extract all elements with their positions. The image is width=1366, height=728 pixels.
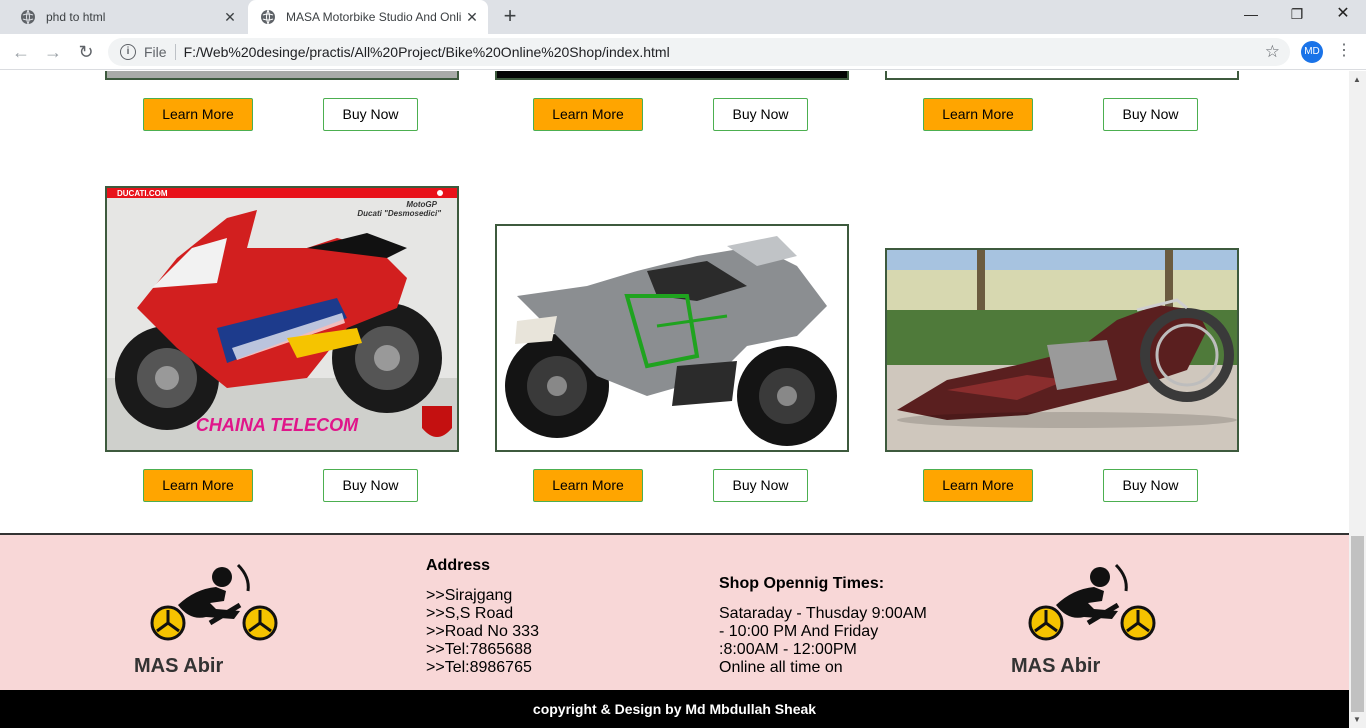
hours-line: Sataraday - Thusday 9:00AM <box>719 605 927 622</box>
copyright-bar: copyright & Design by Md Mbdullah Sheak <box>0 690 1349 728</box>
product-image-ducati[interactable]: DUCATI.COM MotoGP Ducati "Desmosedici" C… <box>105 186 459 452</box>
product-image-partial <box>885 71 1239 80</box>
buy-now-button[interactable]: Buy Now <box>713 98 808 131</box>
url-scheme-label: File <box>144 44 167 60</box>
info-icon[interactable]: i <box>120 44 136 60</box>
page-scrollbar[interactable]: ▲ ▼ <box>1349 71 1366 728</box>
address-line: >>Tel:7865688 <box>426 641 532 658</box>
scrollbar-thumb[interactable] <box>1351 536 1364 712</box>
divider <box>174 44 176 60</box>
minimize-button[interactable]: — <box>1228 0 1274 30</box>
address-line: >>S,S Road <box>426 605 514 622</box>
menu-kebab-icon[interactable]: ⋮ <box>1336 42 1352 60</box>
page-viewport: Learn More Buy Now Learn More Buy Now Le… <box>0 71 1349 728</box>
back-arrow-icon[interactable]: ← <box>9 40 33 64</box>
tab-title: MASA Motorbike Studio And Online Shop <box>286 10 462 24</box>
buy-now-button[interactable]: Buy Now <box>323 98 418 131</box>
address-line: >>Sirajgang <box>426 587 513 604</box>
product-image-chopper[interactable] <box>885 248 1239 452</box>
globe-icon <box>261 9 275 25</box>
browser-tab-bar: phd to html ✕ MASA Motorbike Studio And … <box>0 0 1366 34</box>
learn-more-button[interactable]: Learn More <box>143 98 253 131</box>
brand-name: MAS Abir <box>1011 655 1101 677</box>
forward-arrow-icon[interactable]: → <box>41 40 65 64</box>
address-bar[interactable]: i File F:/Web%20desinge/practis/All%20Pr… <box>108 38 1290 66</box>
new-tab-button[interactable]: + <box>498 5 522 29</box>
scroll-up-arrow-icon[interactable]: ▲ <box>1353 75 1361 84</box>
image-text-ducati-com: DUCATI.COM <box>117 189 168 198</box>
browser-tab-2[interactable]: MASA Motorbike Studio And Online Shop ✕ <box>248 0 488 34</box>
tab-close-icon[interactable]: ✕ <box>220 9 240 26</box>
learn-more-button[interactable]: Learn More <box>923 98 1033 131</box>
product-image-kawasaki[interactable] <box>495 224 849 452</box>
close-window-button[interactable]: ✕ <box>1320 0 1366 30</box>
browser-toolbar: ← → ↻ i File F:/Web%20desinge/practis/Al… <box>0 34 1366 70</box>
hours-line: :8:00AM - 12:00PM <box>719 641 857 658</box>
bookmark-star-icon[interactable]: ☆ <box>1265 42 1280 62</box>
image-text-desmosedici: Ducati "Desmosedici" <box>357 209 441 218</box>
chopper-bike-illustration <box>887 250 1237 450</box>
profile-avatar[interactable]: MD <box>1301 41 1323 63</box>
url-text[interactable]: F:/Web%20desinge/practis/All%20Project/B… <box>184 44 670 60</box>
learn-more-button[interactable]: Learn More <box>143 469 253 502</box>
kawasaki-bike-illustration <box>505 236 837 446</box>
hours-title: Shop Opennig Times: <box>719 575 885 592</box>
motorbike-rider-logo-icon <box>150 563 278 641</box>
site-footer: MAS Abir Address >>Sirajgang >>S,S Road … <box>0 533 1349 690</box>
learn-more-button[interactable]: Learn More <box>533 98 643 131</box>
buy-now-button[interactable]: Buy Now <box>1103 98 1198 131</box>
maximize-button[interactable]: ❐ <box>1274 0 1320 30</box>
learn-more-button[interactable]: Learn More <box>533 469 643 502</box>
browser-tab-1[interactable]: phd to html ✕ <box>8 0 246 34</box>
buy-now-button[interactable]: Buy Now <box>323 469 418 502</box>
buy-now-button[interactable]: Buy Now <box>713 469 808 502</box>
product-image-partial <box>495 71 849 80</box>
globe-icon <box>21 9 35 25</box>
learn-more-button[interactable]: Learn More <box>923 469 1033 502</box>
image-text-motogp: MotoGP <box>406 200 437 209</box>
image-text-chaina-telecom: CHAINA TELECOM <box>196 415 359 435</box>
address-title: Address <box>426 557 491 574</box>
tab-close-icon[interactable]: ✕ <box>462 9 482 26</box>
scroll-down-arrow-icon[interactable]: ▼ <box>1353 715 1361 724</box>
hours-line: Online all time on <box>719 659 843 676</box>
ducati-bike-illustration: DUCATI.COM MotoGP Ducati "Desmosedici" C… <box>107 188 457 450</box>
tab-title: phd to html <box>46 10 106 24</box>
address-line: >>Road No 333 <box>426 623 539 640</box>
brand-name: MAS Abir <box>134 655 224 677</box>
buy-now-button[interactable]: Buy Now <box>1103 469 1198 502</box>
product-image-partial <box>105 71 459 80</box>
hours-line: - 10:00 PM And Friday <box>719 623 879 640</box>
reload-icon[interactable]: ↻ <box>74 40 98 64</box>
address-line: >>Tel:8986765 <box>426 659 532 676</box>
motorbike-rider-logo-icon <box>1028 563 1156 641</box>
